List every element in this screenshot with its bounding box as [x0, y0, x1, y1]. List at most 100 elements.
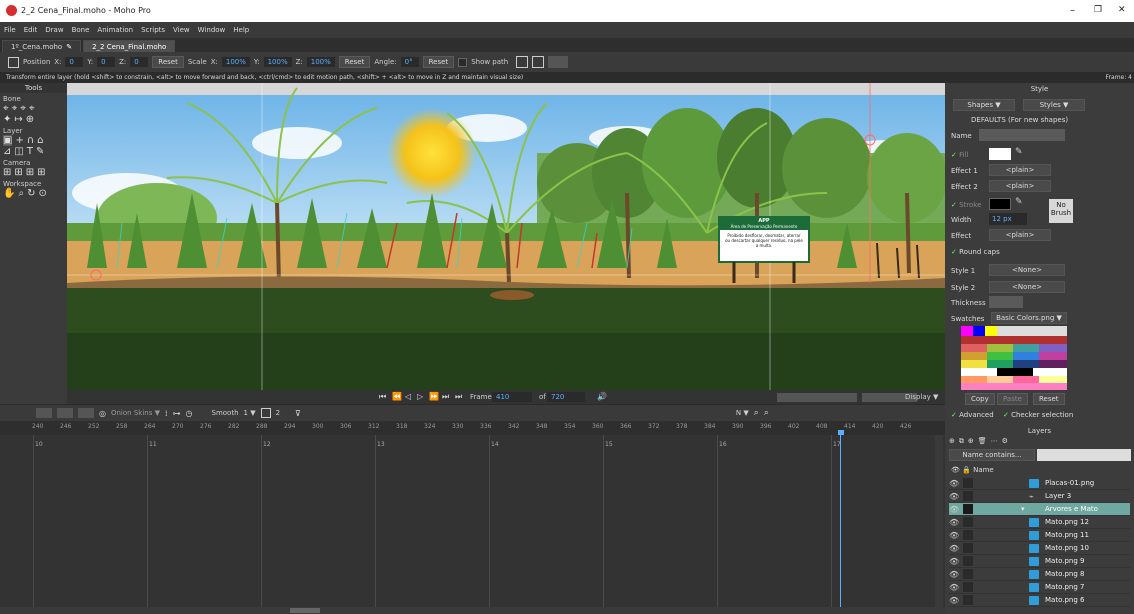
play-icon[interactable]: ▷ [417, 392, 423, 401]
orbit-icon[interactable]: ⊙ [38, 188, 46, 199]
ease-dropdown[interactable]: 1 ▼ [244, 409, 256, 417]
visibility-icon[interactable]: 👁 [949, 492, 963, 501]
track-camera-icon[interactable]: ⊞ [3, 167, 11, 178]
timeline-vscroll[interactable] [935, 435, 943, 607]
layer-row[interactable]: 👁 Mato.png 9 [949, 555, 1130, 568]
visibility-icon[interactable]: 👁 [949, 544, 963, 553]
visibility-icon[interactable]: 👁 [949, 557, 963, 566]
effect-dropdown[interactable]: <plain> [989, 229, 1051, 241]
position-x-field[interactable]: 0 [65, 57, 84, 67]
add-bone-icon[interactable]: ✦ [3, 114, 11, 125]
rotate-layer-icon[interactable]: ∩ [27, 135, 34, 146]
maximize-button[interactable]: ❐ [1094, 5, 1102, 15]
copy-layer-icon[interactable]: ⊕ [968, 437, 974, 449]
reparent-bone-icon[interactable]: ↦ [14, 114, 22, 125]
visibility-icon[interactable]: 👁 [949, 505, 963, 514]
layer-row[interactable]: 👁 Mato.png 12 [949, 516, 1130, 529]
effect1-dropdown[interactable]: <plain> [989, 164, 1051, 176]
styles-dropdown[interactable]: Styles ▼ [1023, 99, 1085, 111]
position-y-field[interactable]: 0 [97, 57, 116, 67]
minimize-button[interactable]: – [1070, 5, 1075, 16]
menu-view[interactable]: View [169, 26, 194, 34]
copy-button[interactable]: Copy [965, 393, 995, 405]
style1-dropdown[interactable]: <None> [989, 264, 1065, 276]
zoom-out-icon[interactable]: ⌕ [764, 408, 769, 418]
scale-y-field[interactable]: 100% [263, 57, 292, 67]
menu-help[interactable]: Help [229, 26, 253, 34]
width-field[interactable]: 12 px [989, 213, 1027, 225]
layer-origin-icon[interactable] [516, 56, 529, 68]
scale-z-field[interactable]: 100% [306, 57, 335, 67]
tab-cena-1[interactable]: 1º_Cena.moho ✎ [2, 40, 82, 52]
reset-angle-button[interactable]: Reset [422, 56, 455, 68]
rotate-bone-icon[interactable]: ⌖ [29, 103, 35, 114]
stroke-eyedropper-icon[interactable]: ✎ [1015, 197, 1023, 207]
timeline-hscroll[interactable] [0, 607, 945, 614]
stroke-checkbox-label[interactable]: ✓ Stroke [951, 201, 981, 209]
position-z-field[interactable]: 0 [130, 57, 149, 67]
scroll-thumb[interactable] [290, 608, 320, 613]
color-swatches-palette[interactable] [961, 326, 1067, 390]
zoom-in-icon[interactable]: ⌕ [754, 408, 759, 418]
layer-checkbox[interactable] [963, 569, 973, 579]
layer-search-field[interactable] [1037, 449, 1131, 461]
pencil-icon[interactable]: ✎ [36, 146, 44, 157]
layer-checkbox[interactable] [963, 478, 973, 488]
quality-dropdown-icon[interactable] [548, 56, 569, 68]
step-value[interactable]: 2 [276, 409, 280, 417]
layer-row[interactable]: 👁 Mato.png 10 [949, 542, 1130, 555]
new-layer-icon[interactable]: ⊕ [949, 437, 955, 449]
effect2-dropdown[interactable]: <plain> [989, 180, 1051, 192]
bone-strength-icon[interactable]: ⊕ [26, 114, 34, 125]
menu-scripts[interactable]: Scripts [137, 26, 169, 34]
scale-x-field[interactable]: 100% [221, 57, 250, 67]
layer-checkbox[interactable] [963, 517, 973, 527]
layer-checkbox[interactable] [963, 530, 973, 540]
roll-camera-icon[interactable]: ⊞ [26, 167, 34, 178]
keyframe-mode-icon[interactable] [36, 408, 52, 418]
key-interp-icon[interactable]: ⊶ [173, 409, 181, 418]
rotate-workspace-icon[interactable]: ↻ [27, 188, 35, 199]
more-icon[interactable]: ⋯ [991, 437, 998, 449]
visibility-icon[interactable]: 👁 [949, 570, 963, 579]
frame-field[interactable]: 410 [492, 392, 532, 402]
transform-layer-icon[interactable]: ▣ [3, 135, 13, 146]
layer-row[interactable]: 👁 Placas-01.png [949, 477, 1130, 490]
prev-frame-icon[interactable]: ◁ [405, 392, 411, 401]
layer-row[interactable]: 👁 Mato.png 11 [949, 529, 1130, 542]
layer-row[interactable]: 👁 Mato.png 7 [949, 581, 1130, 594]
nav-dropdown[interactable]: N ▼ [736, 409, 749, 417]
visibility-icon[interactable]: 👁 [949, 596, 963, 605]
reset-scale-button[interactable]: Reset [338, 56, 371, 68]
shear-layer-icon[interactable]: ⌂ [37, 135, 43, 146]
layer-checkbox[interactable] [963, 582, 973, 592]
audio-icon[interactable]: 🔊 [597, 392, 607, 401]
set-origin-icon[interactable]: + [15, 135, 23, 146]
visibility-icon[interactable]: 👁 [949, 531, 963, 540]
advanced-checkbox[interactable]: ✓ Advanced [951, 411, 994, 419]
filter-icon[interactable]: ⊽ [295, 409, 301, 418]
layer-checkbox[interactable] [963, 556, 973, 566]
reset-style-button[interactable]: Reset [1033, 393, 1065, 405]
layer-row[interactable]: 👁 Mato.png 8 [949, 568, 1130, 581]
layer-row[interactable]: 👁 Mato.png 6 [949, 594, 1130, 607]
menu-file[interactable]: File [0, 26, 20, 34]
layer-settings-icon[interactable]: ⚙ [1002, 437, 1008, 449]
shapes-dropdown[interactable]: Shapes ▼ [953, 99, 1015, 111]
interpolation-dropdown[interactable]: Smooth [212, 409, 239, 417]
menu-window[interactable]: Window [194, 26, 230, 34]
visibility-icon[interactable]: 👁 [949, 479, 963, 488]
eyedropper-icon[interactable]: ✎ [1015, 147, 1023, 157]
fill-checkbox-label[interactable]: ✓ Fill [951, 151, 968, 159]
angle-field[interactable]: 0° [400, 57, 419, 67]
layer-search-input[interactable]: Name contains... [949, 449, 1035, 461]
end-icon[interactable]: ⏭ [455, 392, 462, 402]
visibility-icon[interactable]: 👁 [949, 518, 963, 527]
round-caps-checkbox[interactable]: ✓ Round caps [951, 248, 1000, 256]
menu-animation[interactable]: Animation [93, 26, 137, 34]
show-path-checkbox[interactable] [458, 57, 468, 67]
key-icon[interactable] [260, 408, 271, 418]
stroke-color-swatch[interactable] [989, 198, 1011, 210]
pan-tilt-camera-icon[interactable]: ⊞ [37, 167, 45, 178]
layer-checkbox[interactable] [963, 543, 973, 553]
